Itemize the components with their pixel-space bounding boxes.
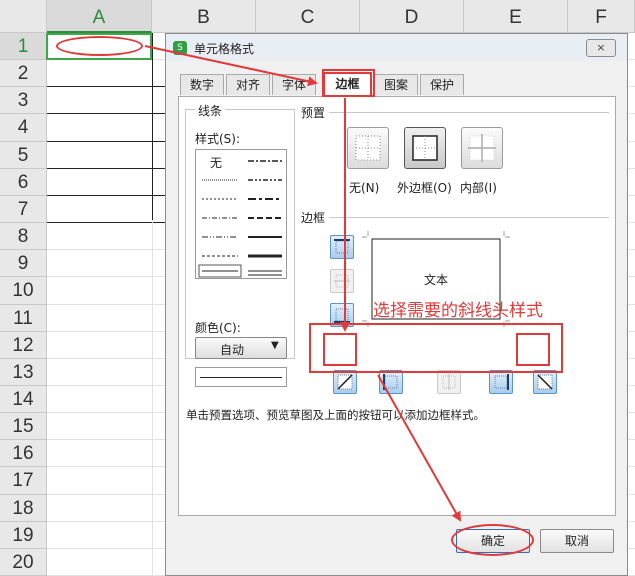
row-header-17[interactable]: 17	[0, 467, 47, 495]
line-color-sample	[200, 377, 282, 378]
border-left-icon	[383, 374, 398, 390]
border-divider	[329, 217, 609, 218]
color-dropdown-value: 自动	[220, 343, 245, 357]
border-right-icon	[494, 374, 509, 390]
highlight-oval-a1	[56, 36, 143, 56]
column-header-b[interactable]: B	[152, 0, 256, 33]
preset-outline-button[interactable]	[404, 127, 446, 169]
style-label: 样式(S):	[195, 132, 241, 146]
line-group-title: 线条	[195, 102, 226, 119]
tab-patterns[interactable]: 图案	[374, 74, 418, 95]
preset-outline-icon	[412, 135, 438, 161]
annotation-text: 选择需要的斜线头样式	[373, 301, 543, 321]
row-header-8[interactable]: 8	[0, 223, 47, 250]
preset-inside-icon	[468, 134, 496, 162]
grid-row-line	[47, 222, 165, 223]
preset-divider	[329, 112, 609, 113]
tab-number[interactable]: 数字	[180, 74, 224, 95]
row-header-20[interactable]: 20	[0, 549, 47, 576]
highlight-ok-oval	[451, 524, 534, 556]
line-style-list: 无	[195, 149, 287, 279]
border-right-button[interactable]	[489, 370, 513, 394]
cell-border-line	[152, 33, 153, 220]
preset-inside-button[interactable]	[461, 127, 503, 169]
row-header-4[interactable]: 4	[0, 114, 47, 142]
cancel-button[interactable]: 取消	[540, 529, 614, 553]
row-header-11[interactable]: 11	[0, 305, 47, 332]
column-header-c[interactable]: C	[256, 0, 360, 33]
border-hint-text: 单击预置选项、预览草图及上面的按钮可以添加边框样式。	[186, 408, 485, 422]
close-button[interactable]: ×	[586, 39, 616, 57]
preset-none-label: 无(N)	[349, 181, 380, 195]
border-preview-text: 文本	[424, 273, 449, 287]
line-style-samples[interactable]	[196, 150, 286, 278]
border-middle-horizontal-button[interactable]	[330, 269, 354, 293]
preset-none-button[interactable]	[347, 127, 389, 169]
app-icon: S	[173, 41, 187, 55]
row-header-14[interactable]: 14	[0, 386, 47, 413]
row-header-19[interactable]: 19	[0, 522, 47, 549]
row-header-15[interactable]: 15	[0, 413, 47, 440]
highlight-diagonal-down	[516, 333, 550, 366]
border-middle-vertical-icon	[442, 374, 456, 390]
column-header-a[interactable]: A	[47, 0, 152, 33]
select-all-corner[interactable]	[0, 0, 47, 33]
border-middle-horizontal-icon	[334, 274, 350, 288]
chevron-down-icon: ▼	[271, 340, 279, 351]
row-header-2[interactable]: 2	[0, 60, 47, 87]
dialog-titlebar: S 单元格格式 ×	[166, 34, 627, 61]
border-top-icon	[334, 239, 350, 254]
border-left-button[interactable]	[379, 370, 403, 394]
border-top-button[interactable]	[330, 235, 354, 259]
row-header-3[interactable]: 3	[0, 87, 47, 114]
grid-row-line	[47, 168, 165, 169]
column-header-e[interactable]: E	[464, 0, 568, 33]
grid-row-line	[47, 113, 165, 114]
row-header-6[interactable]: 6	[0, 169, 47, 196]
tab-protection[interactable]: 保护	[420, 74, 464, 95]
highlight-diagonal-up	[323, 333, 357, 366]
dialog-title: 单元格格式	[194, 42, 255, 56]
column-header-f[interactable]: F	[568, 0, 635, 33]
border-diagonal-up-button[interactable]	[333, 370, 357, 394]
row-header-10[interactable]: 10	[0, 277, 47, 305]
row-header-5[interactable]: 5	[0, 142, 47, 169]
border-middle-vertical-button[interactable]	[437, 370, 461, 394]
tab-alignment[interactable]: 对齐	[226, 74, 270, 95]
tab-font[interactable]: 字体	[272, 74, 316, 95]
preset-group-title: 预置	[301, 106, 326, 120]
row-header-13[interactable]: 13	[0, 359, 47, 386]
border-group-title: 边框	[301, 211, 326, 225]
diagonal-down-icon	[537, 374, 553, 390]
diagonal-up-icon	[337, 374, 353, 390]
row-header-12[interactable]: 12	[0, 332, 47, 359]
row-header-9[interactable]: 9	[0, 250, 47, 277]
preset-inside-label: 内部(I)	[460, 181, 497, 195]
grid-row-line	[47, 195, 165, 196]
border-diagonal-down-button[interactable]	[533, 370, 557, 394]
row-header-1[interactable]: 1	[0, 33, 47, 60]
color-dropdown[interactable]: 自动 ▼	[195, 337, 287, 359]
column-header-d[interactable]: D	[360, 0, 464, 33]
color-label: 颜色(C):	[195, 321, 241, 335]
row-header-7[interactable]: 7	[0, 196, 47, 223]
preset-none-icon	[355, 135, 381, 161]
highlight-border-tab	[322, 69, 375, 97]
line-color-preview	[195, 367, 287, 387]
preset-outline-label: 外边框(O)	[397, 181, 452, 195]
row-header-18[interactable]: 18	[0, 495, 47, 522]
grid-row-line	[47, 86, 165, 87]
row-header-16[interactable]: 16	[0, 440, 47, 467]
grid-row-line	[47, 141, 165, 142]
